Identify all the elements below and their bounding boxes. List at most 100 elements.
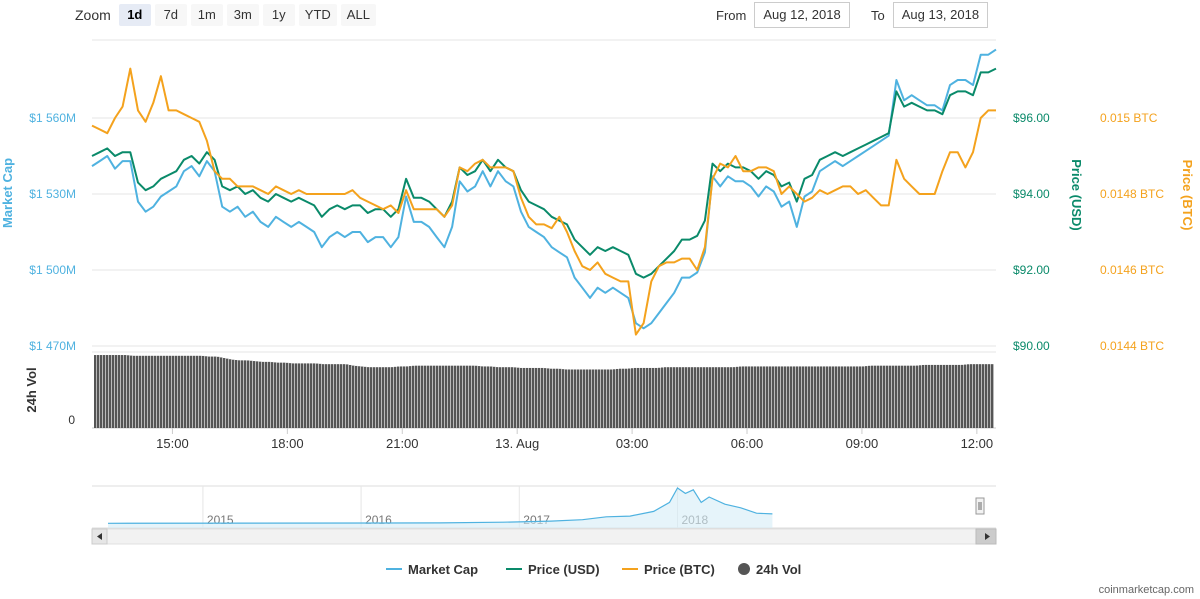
volume-bar [529, 367, 532, 428]
usd-axis-tick: $92.00 [1013, 263, 1050, 277]
volume-bar [271, 362, 274, 428]
volume-bar [703, 367, 706, 428]
volume-bar [847, 366, 850, 428]
legend-item-market-cap[interactable]: Market Cap [386, 562, 478, 577]
volume-bar [157, 355, 160, 428]
volume-bar [736, 366, 739, 428]
price-chart[interactable]: $1 470M $1 500M $1 530M $1 560M $90.00 $92.00… [0, 0, 1200, 599]
volume-bar [616, 368, 619, 428]
btc-axis-tick: 0.0148 BTC [1100, 187, 1164, 201]
volume-bar [196, 355, 199, 428]
volume-bar [898, 365, 901, 428]
volume-bar [511, 367, 514, 428]
volume-bar [217, 356, 220, 428]
volume-bar [397, 366, 400, 428]
volume-bar [247, 360, 250, 428]
volume-bar [115, 355, 118, 428]
volume-bar [955, 364, 958, 428]
volume-bar [853, 366, 856, 428]
volume-bar [484, 366, 487, 428]
legend-item-24h-vol[interactable]: 24h Vol [738, 562, 801, 577]
volume-bar [829, 366, 832, 428]
volume-bar [184, 355, 187, 428]
volume-bar [346, 364, 349, 428]
volume-bar [613, 369, 616, 428]
volume-bar [970, 364, 973, 428]
volume-bar [226, 358, 229, 428]
btc-axis-title: Price (BTC) [1180, 160, 1195, 231]
legend-item-price-btc[interactable]: Price (BTC) [622, 562, 715, 577]
volume-bar [916, 365, 919, 428]
legend-label: Price (BTC) [644, 562, 715, 577]
volume-bar [409, 366, 412, 428]
volume-bar [643, 367, 646, 428]
volume-bar [883, 365, 886, 428]
volume-bar [370, 367, 373, 428]
volume-bar [265, 361, 268, 428]
volume-bar [583, 369, 586, 428]
series-line-price-btc[interactable] [91, 67, 996, 336]
volume-bar [190, 355, 193, 428]
volume-bar [463, 365, 466, 428]
volume-bar [202, 355, 205, 428]
volume-bar [493, 366, 496, 428]
volume-bar [784, 366, 787, 428]
volume-bar [496, 367, 499, 428]
volume-bar [388, 367, 391, 428]
volume-bar [103, 355, 106, 428]
volume-bar [220, 357, 223, 428]
volume-bar [811, 366, 814, 428]
volume-bar [721, 367, 724, 428]
volume-bar [649, 367, 652, 428]
volume-bar [655, 367, 658, 428]
volume-bar [391, 367, 394, 428]
legend-label: 24h Vol [756, 562, 801, 577]
credit-link[interactable]: coinmarketcap.com [1099, 584, 1194, 596]
x-axis-tick: 18:00 [271, 436, 304, 451]
volume-bar [118, 355, 121, 428]
volume-bar [631, 368, 634, 428]
volume-bar [733, 367, 736, 428]
volume-bar [262, 361, 265, 428]
navigator-scrollbar[interactable] [91, 528, 997, 545]
navigator: 2015201620172018 [91, 485, 997, 545]
volume-bar [232, 359, 235, 428]
volume-bar [859, 366, 862, 428]
volume-axis-title: 24h Vol [24, 367, 39, 412]
legend-item-price-usd[interactable]: Price (USD) [506, 562, 600, 577]
x-axis-tick: 21:00 [386, 436, 419, 451]
volume-bar [160, 355, 163, 428]
volume-bar [571, 369, 574, 428]
volume-bar [946, 364, 949, 428]
x-axis-tick: 15:00 [156, 436, 189, 451]
volume-bar [586, 369, 589, 428]
volume-bar [694, 367, 697, 428]
volume-bar [274, 362, 277, 428]
volume-bar [931, 364, 934, 428]
legend-label: Price (USD) [528, 562, 600, 577]
volume-bar [319, 363, 322, 428]
volume-bar [856, 366, 859, 428]
volume-bar [199, 355, 202, 428]
volume-bar [286, 362, 289, 428]
volume-bar [379, 367, 382, 428]
usd-axis-tick: $94.00 [1013, 187, 1050, 201]
usd-axis-title: Price (USD) [1069, 159, 1084, 231]
left-axis-tick: $1 530M [29, 187, 76, 201]
series-line-price-usd[interactable] [91, 67, 997, 279]
volume-bar [763, 366, 766, 428]
volume-bar [256, 361, 259, 428]
left-axis-tick: $1 560M [29, 111, 76, 125]
navigator-handle[interactable] [975, 497, 985, 515]
volume-bar [307, 363, 310, 428]
volume-bar [568, 369, 571, 428]
volume-bar [295, 363, 298, 428]
volume-bar [112, 355, 115, 428]
volume-bar [793, 366, 796, 428]
volume-bar [634, 367, 637, 428]
volume-bar [457, 365, 460, 428]
volume-bar [730, 367, 733, 428]
volume-bar [427, 365, 430, 428]
volume-bar [430, 365, 433, 428]
volume-bar [424, 365, 427, 428]
